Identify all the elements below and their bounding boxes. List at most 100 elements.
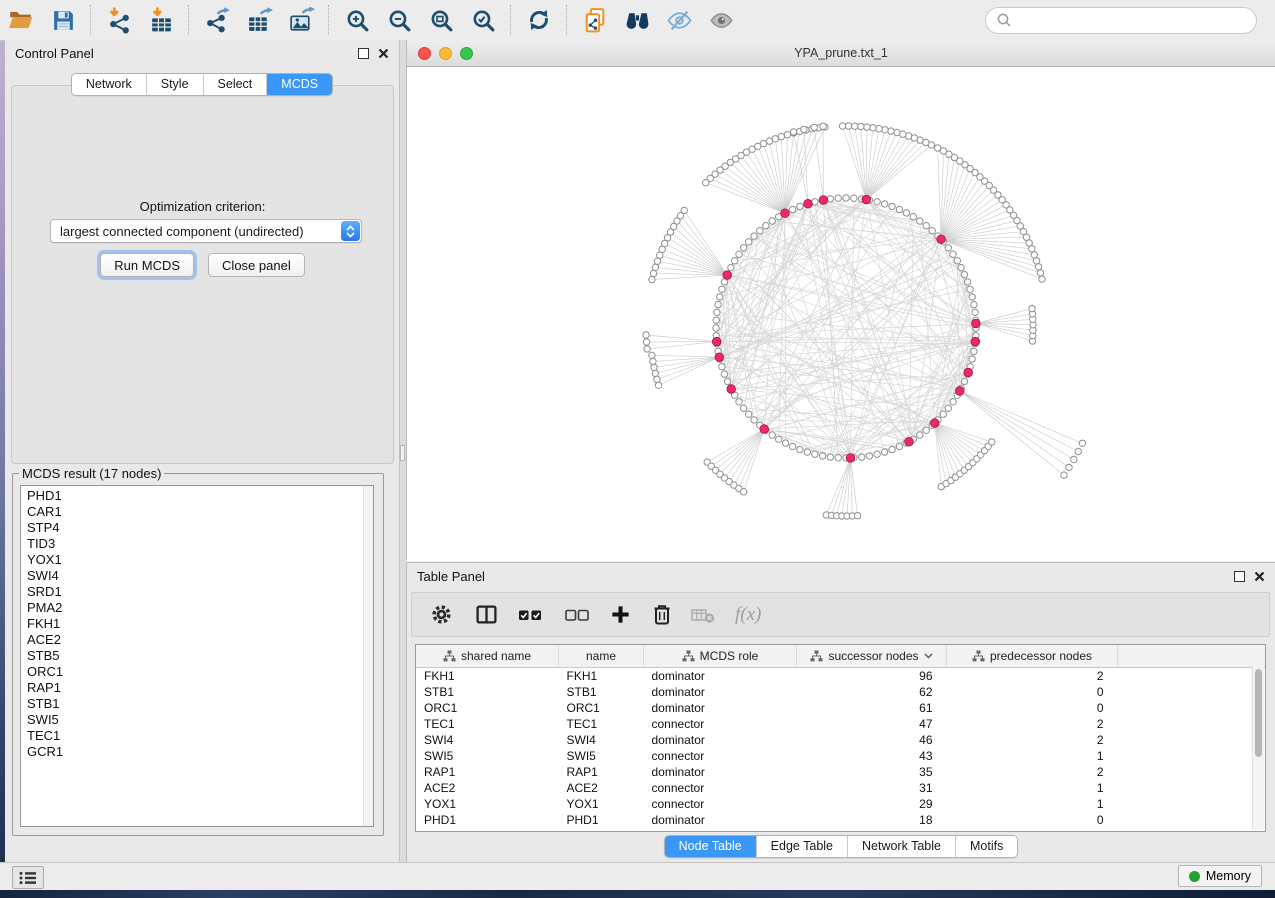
tab-mcds[interactable]: MCDS — [266, 74, 332, 95]
cell-predecessor_nodes: 0 — [947, 700, 1118, 716]
mcds-result-item[interactable]: PHD1 — [21, 488, 373, 504]
tab-network-table[interactable]: Network Table — [847, 836, 955, 857]
table-row[interactable]: FKH1FKH1dominator962 — [416, 668, 1265, 685]
table-row[interactable]: SWI5SWI5connector431 — [416, 748, 1265, 764]
import-network-button[interactable] — [100, 3, 138, 37]
select-all-rows-button[interactable] — [518, 606, 543, 624]
export-network-icon — [204, 7, 231, 34]
export-image-button[interactable] — [282, 3, 320, 37]
mcds-result-item[interactable]: YOX1 — [21, 552, 373, 568]
mcds-result-item[interactable]: STB1 — [21, 696, 373, 712]
table-row[interactable]: ORC1ORC1dominator610 — [416, 700, 1265, 716]
close-panel-button[interactable]: Close panel — [208, 253, 305, 277]
mcds-result-item[interactable]: SRD1 — [21, 584, 373, 600]
table-settings-button[interactable] — [430, 603, 453, 626]
table-scrollbar-thumb[interactable] — [1255, 669, 1262, 757]
mcds-result-item[interactable]: FKH1 — [21, 616, 373, 632]
delete-column-button[interactable] — [651, 603, 673, 626]
table-toolbar: f(x) — [411, 592, 1270, 637]
tab-edge-table[interactable]: Edge Table — [756, 836, 847, 857]
close-control-panel-icon[interactable] — [378, 48, 389, 59]
memory-button[interactable]: Memory — [1178, 865, 1262, 887]
close-table-panel-icon[interactable] — [1254, 571, 1265, 582]
mcds-result-item[interactable]: ORC1 — [21, 664, 373, 680]
float-control-panel-button[interactable] — [358, 48, 369, 59]
node-table: shared namenameMCDS rolesuccessor nodesp… — [415, 644, 1266, 832]
window-zoom-button[interactable] — [460, 47, 473, 60]
selected-option-label: largest connected component (undirected) — [51, 224, 341, 239]
mcds-result-item[interactable]: STP4 — [21, 520, 373, 536]
column-header-name[interactable]: name — [559, 645, 644, 668]
mcds-result-item[interactable]: PMA2 — [21, 600, 373, 616]
table-row[interactable]: RAP1RAP1dominator352 — [416, 764, 1265, 780]
show-column-panel-button[interactable] — [475, 603, 498, 626]
table-row[interactable]: STB1STB1dominator620 — [416, 684, 1265, 700]
first-neighbors-button[interactable] — [618, 3, 656, 37]
table-row[interactable]: SWI4SWI4dominator462 — [416, 732, 1265, 748]
unselect-all-rows-button[interactable] — [565, 606, 590, 624]
open-session-button[interactable] — [2, 3, 40, 37]
cell-name: RAP1 — [559, 764, 644, 780]
zoom-selected-icon — [471, 8, 496, 33]
shared-column-icon — [810, 650, 823, 662]
cell-successor_nodes: 18 — [797, 812, 947, 828]
apply-layout-button[interactable] — [520, 3, 558, 37]
column-header-shared-name[interactable]: shared name — [416, 645, 559, 668]
tab-select[interactable]: Select — [203, 74, 267, 95]
cell-successor_nodes: 47 — [797, 716, 947, 732]
hide-selected-button[interactable] — [660, 3, 698, 37]
zoom-fit-button[interactable] — [422, 3, 460, 37]
export-network-button[interactable] — [198, 3, 236, 37]
table-row[interactable]: PHD1PHD1dominator180 — [416, 812, 1265, 828]
tab-motifs[interactable]: Motifs — [955, 836, 1017, 857]
tab-network[interactable]: Network — [72, 74, 146, 95]
main-toolbar — [0, 0, 1275, 41]
cell-shared_name: PHD1 — [416, 812, 559, 828]
cell-name: ACE2 — [559, 780, 644, 796]
cell-name: SWI4 — [559, 732, 644, 748]
table-panel-title: Table Panel — [417, 569, 485, 584]
float-table-panel-button[interactable] — [1234, 571, 1245, 582]
mcds-result-item[interactable]: TID3 — [21, 536, 373, 552]
export-table-button[interactable] — [240, 3, 278, 37]
table-row[interactable]: TEC1TEC1connector472 — [416, 716, 1265, 732]
clone-network-button[interactable] — [576, 3, 614, 37]
mcds-result-item[interactable]: RAP1 — [21, 680, 373, 696]
column-header-predecessor-nodes[interactable]: predecessor nodes — [947, 645, 1118, 668]
tab-node-table[interactable]: Node Table — [665, 836, 756, 857]
mcds-result-item[interactable]: TEC1 — [21, 728, 373, 744]
import-network-icon — [106, 7, 133, 34]
mcds-result-item[interactable]: STB5 — [21, 648, 373, 664]
save-session-button[interactable] — [44, 3, 82, 37]
search-input[interactable] — [1018, 12, 1246, 29]
mcds-result-item[interactable]: SWI4 — [21, 568, 373, 584]
mcds-result-item[interactable]: CAR1 — [21, 504, 373, 520]
mcds-result-item[interactable]: ACE2 — [21, 632, 373, 648]
cell-name: YOX1 — [559, 796, 644, 812]
optimization-criterion-select[interactable]: largest connected component (undirected) — [50, 219, 362, 243]
mcds-result-item[interactable]: GCR1 — [21, 744, 373, 760]
window-close-button[interactable] — [418, 47, 431, 60]
column-header-filler — [1118, 645, 1266, 668]
network-canvas[interactable] — [407, 67, 1275, 561]
splitter-grip[interactable] — [400, 445, 405, 461]
task-history-button[interactable] — [12, 866, 44, 889]
show-all-button[interactable] — [702, 3, 740, 37]
table-row[interactable]: YOX1YOX1connector291 — [416, 796, 1265, 812]
mcds-result-item[interactable]: SWI5 — [21, 712, 373, 728]
mcds-list-scrollbar[interactable] — [363, 486, 373, 826]
column-header-successor-nodes[interactable]: successor nodes — [797, 645, 947, 668]
column-header-MCDS-role[interactable]: MCDS role — [644, 645, 797, 668]
zoom-out-button[interactable] — [380, 3, 418, 37]
table-row[interactable]: ACE2ACE2connector311 — [416, 780, 1265, 796]
window-minimize-button[interactable] — [439, 47, 452, 60]
tab-style[interactable]: Style — [146, 74, 203, 95]
run-mcds-button[interactable]: Run MCDS — [100, 253, 194, 277]
refresh-icon — [526, 7, 552, 33]
mcds-result-list[interactable]: PHD1CAR1STP4TID3YOX1SWI4SRD1PMA2FKH1ACE2… — [20, 485, 374, 827]
add-column-button[interactable] — [610, 604, 631, 625]
cell-predecessor_nodes: 0 — [947, 812, 1118, 828]
zoom-selected-button[interactable] — [464, 3, 502, 37]
zoom-in-button[interactable] — [338, 3, 376, 37]
import-table-button[interactable] — [142, 3, 180, 37]
